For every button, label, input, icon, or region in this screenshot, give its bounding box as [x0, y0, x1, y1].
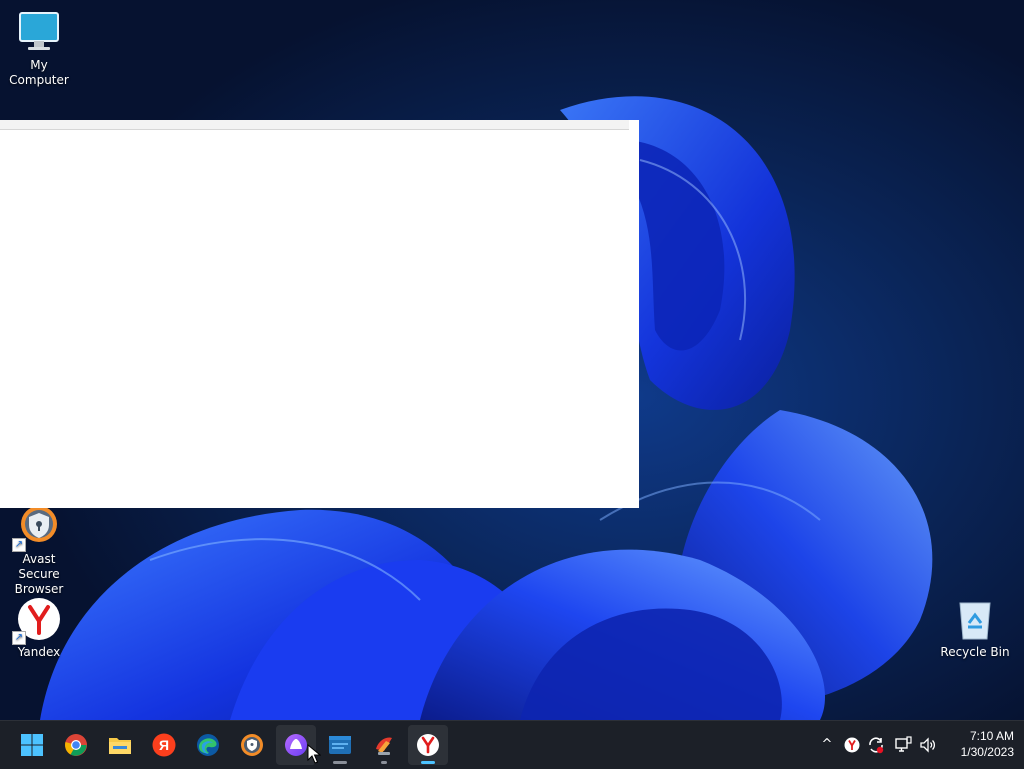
show-hidden-icons-button[interactable]: ^ [817, 733, 837, 757]
folder-icon [109, 738, 131, 754]
taskbar-ccleaner-button[interactable] [364, 725, 404, 765]
desktop-icon-avast-secure-browser[interactable]: ↗ Avast Secure Browser [1, 504, 77, 597]
taskbar-yandex-browser-button[interactable] [408, 725, 448, 765]
avast-browser-icon [241, 734, 263, 756]
taskbar-blue-window-app-button[interactable] [320, 725, 360, 765]
network-icon [895, 736, 912, 752]
taskbar-chrome-button[interactable] [56, 725, 96, 765]
start-button[interactable] [12, 725, 52, 765]
taskbar-clock[interactable]: 7:10 AM 1/30/2023 [942, 728, 1014, 760]
avast-browser-icon: ↗ [12, 504, 62, 552]
desktop-icon-label: Recycle Bin [940, 645, 1010, 659]
yandex-tray-icon [844, 737, 860, 753]
blue-window-app-icon [329, 736, 351, 754]
windows-start-icon [21, 734, 43, 756]
desktop-icon-label: Yandex [17, 645, 61, 659]
desktop-icon-label: Avast Secure Browser [14, 552, 64, 596]
desktop-icon-recycle-bin[interactable]: Recycle Bin [937, 597, 1013, 660]
running-indicator [333, 761, 347, 764]
tray-network-button[interactable] [893, 733, 913, 757]
active-indicator [421, 761, 435, 764]
blank-window[interactable] [0, 120, 639, 508]
tray-sync-button[interactable] [866, 733, 886, 757]
desktop[interactable]: My Computer ↗ Avast Secure Browser ↗ Yan… [0, 0, 1024, 720]
desktop-icon-label: My Computer [9, 58, 69, 87]
window-title-bar[interactable] [0, 120, 629, 130]
taskbar-edge-button[interactable] [188, 725, 228, 765]
desktop-icon-yandex[interactable]: ↗ Yandex [1, 597, 77, 660]
yandex-browser-icon: ↗ [12, 597, 62, 645]
taskbar: Я ^ 7:10 AM 1/30/2023 [0, 720, 1024, 769]
recycle-bin-icon [952, 597, 998, 643]
taskbar-yandex-button[interactable]: Я [144, 725, 184, 765]
yandex-browser-icon [417, 734, 439, 756]
chrome-icon [65, 734, 87, 756]
monitor-icon [16, 10, 62, 56]
taskbar-avast-browser-button[interactable] [232, 725, 272, 765]
edge-icon [197, 734, 219, 756]
shortcut-arrow-icon: ↗ [12, 538, 26, 552]
svg-text:Я: Я [159, 737, 169, 753]
shortcut-arrow-icon: ↗ [12, 631, 26, 645]
tray-yandex-button[interactable] [842, 733, 862, 757]
clock-time: 7:10 AM [969, 729, 1014, 743]
mouse-cursor-icon [307, 744, 321, 764]
chevron-up-icon: ^ [821, 737, 833, 752]
desktop-icon-my-computer[interactable]: My Computer [1, 10, 77, 88]
sync-tray-icon [869, 737, 884, 754]
running-indicator [381, 761, 387, 764]
alice-assistant-icon [285, 734, 307, 756]
volume-icon [920, 737, 936, 753]
clock-date: 1/30/2023 [960, 745, 1014, 759]
taskbar-file-explorer-button[interactable] [100, 725, 140, 765]
ccleaner-icon [376, 737, 392, 755]
tray-volume-button[interactable] [918, 733, 938, 757]
yandex-ya-icon: Я [152, 733, 176, 757]
